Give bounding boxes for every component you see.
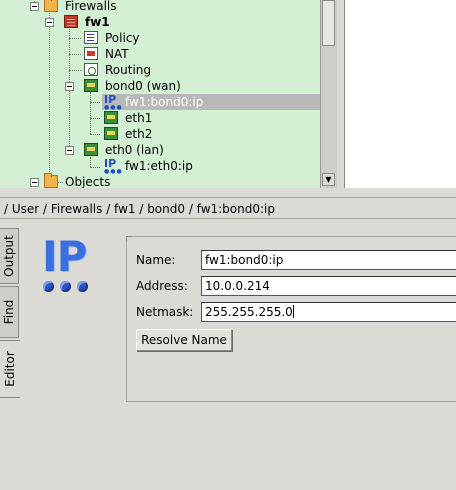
- ip-address-large-icon: IP: [40, 236, 100, 298]
- tree-item-nat[interactable]: NAT: [0, 46, 320, 62]
- tree-item-fw1-bond0-ip[interactable]: IP ●●● fw1:bond0:ip: [102, 93, 320, 111]
- tree-item-label: fw1:eth0:ip: [125, 159, 193, 173]
- tree-item-label: bond0 (wan): [105, 79, 181, 93]
- tab-label: Editor: [3, 351, 17, 387]
- interface-icon: [104, 127, 118, 140]
- scroll-down-arrow-icon[interactable]: ▼: [322, 173, 335, 186]
- tree-item-eth2[interactable]: eth2: [0, 126, 320, 142]
- ip-address-icon: IP ●●●: [104, 157, 123, 175]
- ip-icon-dot: [77, 281, 88, 292]
- resolve-name-button[interactable]: Resolve Name: [136, 329, 232, 351]
- tree-item-label: NAT: [105, 47, 129, 61]
- scrollbar-thumb[interactable]: [322, 0, 335, 46]
- ip-icon-text: IP: [42, 232, 87, 281]
- nat-icon: [84, 47, 98, 60]
- address-label: Address:: [136, 279, 188, 293]
- address-field[interactable]: 10.0.0.214: [201, 276, 456, 296]
- tree-item-label: eth2: [125, 127, 153, 141]
- ip-icon-dot: [60, 281, 71, 292]
- tree-item-routing[interactable]: Routing: [0, 62, 320, 78]
- collapse-toggle-icon[interactable]: [30, 2, 39, 11]
- netmask-field-value: 255.255.255.0: [205, 305, 293, 319]
- collapse-toggle-icon[interactable]: [65, 82, 74, 91]
- name-field-value: fw1:bond0:ip: [205, 253, 284, 267]
- tree-item-label: Routing: [105, 63, 152, 77]
- tab-editor[interactable]: Editor: [0, 340, 20, 398]
- side-tabs: Output Find Editor: [0, 228, 20, 490]
- netmask-label: Netmask:: [136, 305, 194, 319]
- tree-item-label: eth1: [125, 111, 153, 125]
- breadcrumb: / User / Firewalls / fw1 / bond0 / fw1:b…: [0, 197, 456, 219]
- tree-item-label: Firewalls: [65, 0, 117, 13]
- tree-item-label: fw1:bond0:ip: [125, 95, 204, 109]
- tree-item-eth0[interactable]: eth0 (lan): [0, 142, 320, 158]
- tree-scrollbar[interactable]: ▼: [320, 0, 337, 188]
- tab-find[interactable]: Find: [0, 286, 19, 338]
- interface-icon: [84, 79, 98, 92]
- tree-item-label: eth0 (lan): [105, 143, 164, 157]
- tree-item-label: Policy: [105, 31, 140, 45]
- tree-item-policy[interactable]: Policy: [0, 30, 320, 46]
- tree-item-eth1[interactable]: eth1: [0, 110, 320, 126]
- tree-item-fw1-eth0-ip[interactable]: IP ●●● fw1:eth0:ip: [0, 157, 320, 175]
- ip-icon-dot: [43, 281, 54, 292]
- tree-item-label: Objects: [65, 175, 111, 188]
- tab-output[interactable]: Output: [0, 228, 19, 284]
- firewall-icon: [64, 15, 78, 28]
- name-field[interactable]: fw1:bond0:ip: [201, 250, 456, 270]
- tree-item-firewalls[interactable]: Firewalls: [0, 0, 320, 14]
- right-pane: [344, 0, 456, 188]
- tree-item-objects[interactable]: Objects: [0, 173, 320, 188]
- collapse-toggle-icon[interactable]: [65, 146, 74, 155]
- expand-toggle-icon[interactable]: [30, 178, 39, 187]
- netmask-field[interactable]: 255.255.255.0: [201, 302, 456, 322]
- routing-icon: [84, 63, 98, 76]
- policy-icon: [84, 31, 98, 44]
- object-tree[interactable]: Firewalls fw1 Policy NAT Routing bond0 (…: [0, 0, 320, 188]
- address-field-value: 10.0.0.214: [205, 279, 270, 293]
- folder-icon: [44, 173, 58, 188]
- tree-line: [90, 102, 100, 103]
- tree-item-fw1[interactable]: fw1: [0, 14, 320, 30]
- tab-label: Find: [2, 299, 16, 325]
- tab-label: Output: [2, 235, 16, 277]
- tree-item-label: fw1: [85, 15, 110, 29]
- collapse-toggle-icon[interactable]: [45, 18, 54, 27]
- interface-icon: [104, 111, 118, 124]
- name-label: Name:: [136, 253, 176, 267]
- tree-item-bond0[interactable]: bond0 (wan): [0, 78, 320, 94]
- folder-icon: [44, 0, 58, 12]
- ip-address-icon: IP ●●●: [104, 93, 123, 111]
- text-caret: [292, 305, 294, 318]
- interface-icon: [84, 143, 98, 156]
